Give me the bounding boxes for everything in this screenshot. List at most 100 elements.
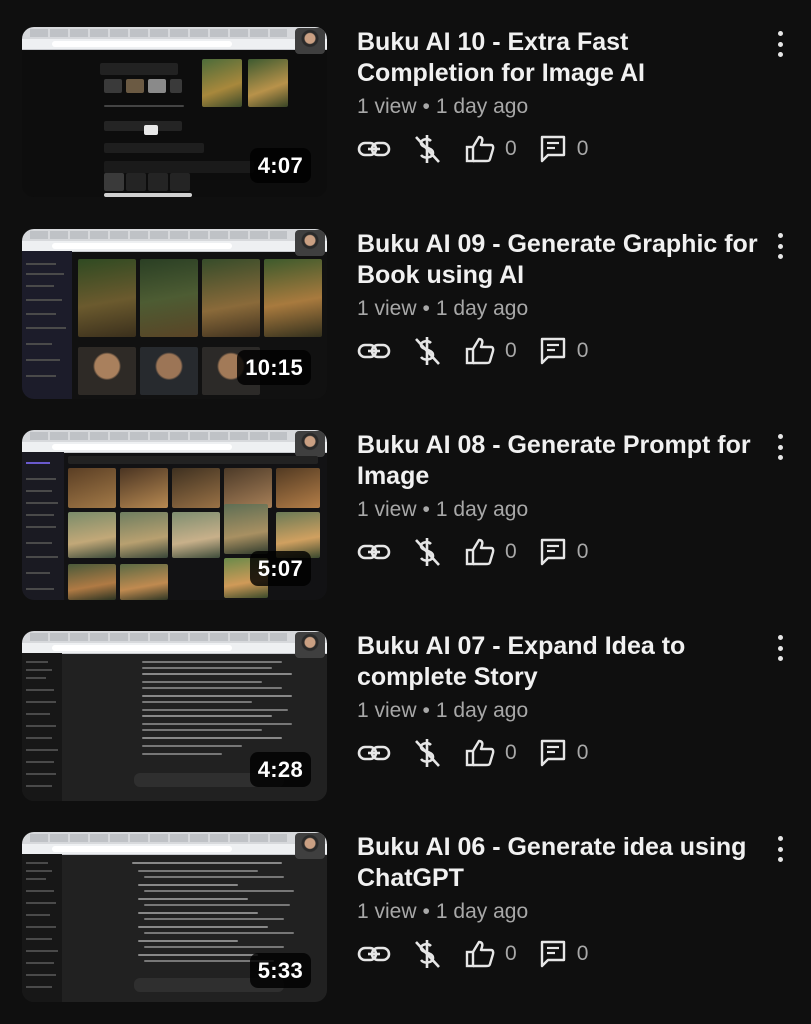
upload-age: 1 day ago bbox=[435, 900, 529, 923]
video-actions: 0 0 bbox=[357, 333, 588, 369]
video-duration-badge: 5:07 bbox=[249, 551, 311, 586]
video-thumbnail[interactable]: 4:07 bbox=[22, 27, 327, 197]
meta-separator: • bbox=[422, 498, 430, 521]
thumb-up-icon bbox=[465, 940, 495, 968]
thumbnail-browser-bar bbox=[22, 229, 327, 241]
comment-count: 0 bbox=[576, 540, 589, 563]
comment-count: 0 bbox=[576, 942, 589, 965]
share-link-button[interactable] bbox=[357, 131, 413, 167]
more-vert-icon[interactable] bbox=[768, 29, 792, 59]
monetization-off-icon bbox=[415, 940, 440, 968]
video-title[interactable]: Buku AI 08 - Generate Prompt for Image bbox=[357, 430, 762, 492]
comment-button[interactable]: 0 bbox=[539, 333, 589, 369]
share-link-button[interactable] bbox=[357, 936, 413, 972]
video-actions: 0 0 bbox=[357, 735, 588, 771]
video-duration-badge: 10:15 bbox=[237, 350, 311, 385]
video-duration-badge: 5:33 bbox=[249, 953, 311, 988]
upload-age: 1 day ago bbox=[435, 498, 529, 521]
link-icon bbox=[357, 745, 391, 761]
video-thumbnail[interactable]: 5:33 bbox=[22, 832, 327, 1002]
thumbnail-browser-bar bbox=[22, 430, 327, 442]
thumb-up-icon bbox=[465, 135, 495, 163]
monetization-off-icon bbox=[415, 739, 440, 767]
like-count: 0 bbox=[505, 339, 517, 362]
video-duration-badge: 4:07 bbox=[249, 148, 311, 183]
like-button[interactable]: 0 bbox=[465, 936, 517, 972]
link-icon bbox=[357, 141, 391, 157]
like-button[interactable]: 0 bbox=[465, 333, 517, 369]
comment-count: 0 bbox=[576, 741, 589, 764]
monetization-button[interactable] bbox=[413, 936, 465, 972]
video-meta: 1 view • 1 day ago bbox=[357, 498, 528, 522]
meta-separator: • bbox=[422, 297, 430, 320]
thumbnail-browser-bar bbox=[22, 27, 327, 39]
view-count: 1 view bbox=[357, 900, 417, 923]
video-title[interactable]: Buku AI 07 - Expand Idea to complete Sto… bbox=[357, 631, 762, 693]
video-thumbnail[interactable]: 4:28 bbox=[22, 631, 327, 801]
upload-age: 1 day ago bbox=[435, 297, 529, 320]
video-title[interactable]: Buku AI 06 - Generate idea using ChatGPT bbox=[357, 832, 762, 894]
like-button[interactable]: 0 bbox=[465, 735, 517, 771]
thumbnail-browser-bar bbox=[22, 832, 327, 844]
video-title[interactable]: Buku AI 10 - Extra Fast Completion for I… bbox=[357, 27, 762, 89]
like-count: 0 bbox=[505, 137, 517, 160]
video-actions: 0 0 bbox=[357, 131, 588, 167]
video-row[interactable]: 10:15 Buku AI 09 - Generate Graphic for … bbox=[0, 229, 811, 404]
view-count: 1 view bbox=[357, 95, 417, 118]
comment-count: 0 bbox=[576, 339, 589, 362]
comment-button[interactable]: 0 bbox=[539, 131, 589, 167]
share-link-button[interactable] bbox=[357, 333, 413, 369]
video-actions: 0 0 bbox=[357, 534, 588, 570]
video-row[interactable]: 5:33 Buku AI 06 - Generate idea using Ch… bbox=[0, 832, 811, 1007]
video-title[interactable]: Buku AI 09 - Generate Graphic for Book u… bbox=[357, 229, 762, 291]
thumb-up-icon bbox=[465, 739, 495, 767]
view-count: 1 view bbox=[357, 297, 417, 320]
meta-separator: • bbox=[422, 699, 430, 722]
comment-icon bbox=[540, 739, 565, 767]
link-icon bbox=[357, 544, 391, 560]
video-row[interactable]: 4:07 Buku AI 10 - Extra Fast Completion … bbox=[0, 27, 811, 202]
more-vert-icon[interactable] bbox=[768, 834, 792, 864]
monetization-off-icon bbox=[415, 337, 440, 365]
comment-count: 0 bbox=[576, 137, 589, 160]
monetization-button[interactable] bbox=[413, 534, 465, 570]
video-meta: 1 view • 1 day ago bbox=[357, 900, 528, 924]
comment-button[interactable]: 0 bbox=[539, 936, 589, 972]
upload-age: 1 day ago bbox=[435, 95, 529, 118]
video-row[interactable]: 5:07 Buku AI 08 - Generate Prompt for Im… bbox=[0, 430, 811, 605]
like-count: 0 bbox=[505, 741, 517, 764]
like-button[interactable]: 0 bbox=[465, 534, 517, 570]
video-row[interactable]: 4:28 Buku AI 07 - Expand Idea to complet… bbox=[0, 631, 811, 806]
video-meta: 1 view • 1 day ago bbox=[357, 699, 528, 723]
comment-icon bbox=[540, 337, 565, 365]
more-vert-icon[interactable] bbox=[768, 633, 792, 663]
like-count: 0 bbox=[505, 540, 517, 563]
thumb-up-icon bbox=[465, 337, 495, 365]
comment-icon bbox=[540, 940, 565, 968]
like-count: 0 bbox=[505, 942, 517, 965]
thumbnail-browser-bar bbox=[22, 631, 327, 643]
video-actions: 0 0 bbox=[357, 936, 588, 972]
upload-age: 1 day ago bbox=[435, 699, 529, 722]
link-icon bbox=[357, 946, 391, 962]
like-button[interactable]: 0 bbox=[465, 131, 517, 167]
video-thumbnail[interactable]: 10:15 bbox=[22, 229, 327, 399]
link-icon bbox=[357, 343, 391, 359]
more-vert-icon[interactable] bbox=[768, 231, 792, 261]
monetization-button[interactable] bbox=[413, 735, 465, 771]
more-vert-icon[interactable] bbox=[768, 432, 792, 462]
comment-button[interactable]: 0 bbox=[539, 534, 589, 570]
comment-icon bbox=[540, 538, 565, 566]
share-link-button[interactable] bbox=[357, 735, 413, 771]
comment-button[interactable]: 0 bbox=[539, 735, 589, 771]
monetization-button[interactable] bbox=[413, 131, 465, 167]
video-meta: 1 view • 1 day ago bbox=[357, 95, 528, 119]
share-link-button[interactable] bbox=[357, 534, 413, 570]
meta-separator: • bbox=[422, 95, 430, 118]
monetization-off-icon bbox=[415, 135, 440, 163]
view-count: 1 view bbox=[357, 498, 417, 521]
comment-icon bbox=[540, 135, 565, 163]
monetization-button[interactable] bbox=[413, 333, 465, 369]
thumb-up-icon bbox=[465, 538, 495, 566]
video-thumbnail[interactable]: 5:07 bbox=[22, 430, 327, 600]
